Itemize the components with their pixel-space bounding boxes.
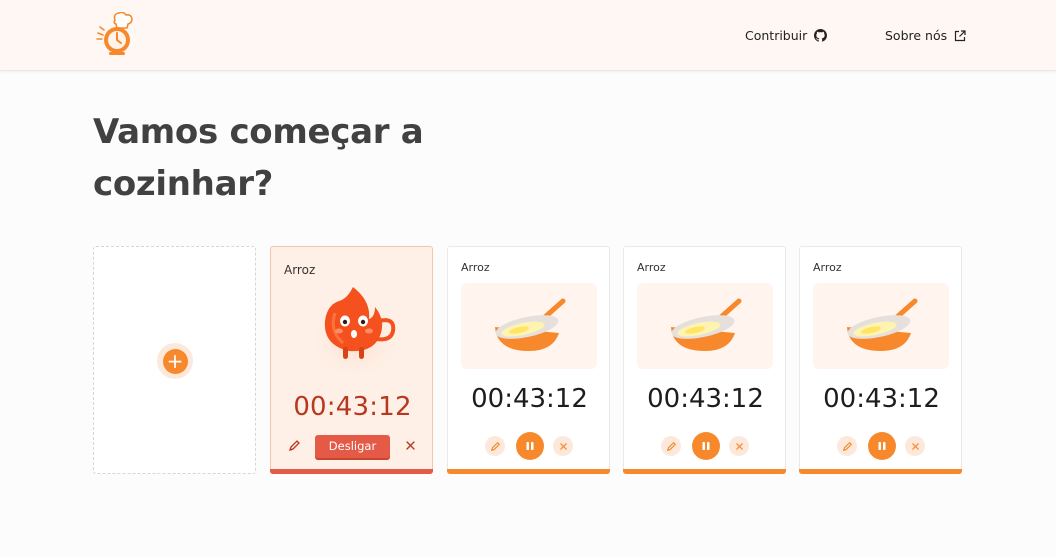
frying-pan-image [461,283,597,369]
stopwatch-chef-logo[interactable] [95,11,137,58]
about-label: Sobre nós [885,28,948,43]
remove-button[interactable] [905,436,925,456]
timer-card: Arroz 00:43:12 [799,246,962,474]
alarm-status-bar [270,469,433,474]
plus-icon: + [162,348,188,374]
timer-label: Arroz [461,261,490,274]
pause-icon [702,442,710,450]
pencil-icon [490,441,500,451]
pencil-icon [842,441,852,451]
fire-mascot-image [311,287,399,375]
pause-button[interactable] [868,432,896,460]
timer-card: Arroz 00:43:12 [447,246,610,474]
remove-button[interactable] [553,436,573,456]
pause-button[interactable] [692,432,720,460]
progress-bar [623,469,786,474]
timer-time-display: 00:43:12 [471,384,588,414]
remove-button[interactable] [729,436,749,456]
timer-card: Arroz 00:43:12 [623,246,786,474]
page-title: Vamos começar a cozinhar? [93,112,424,204]
edit-button[interactable] [485,436,505,456]
github-icon [814,29,828,42]
pencil-icon [666,441,676,451]
pencil-icon[interactable] [288,439,301,452]
contribute-label: Contribuir [745,28,808,43]
top-header: Contribuir Sobre nós [0,0,1056,71]
close-icon [735,442,743,450]
frying-pan-image [813,283,949,369]
progress-bar [447,469,610,474]
pause-icon [878,442,886,450]
edit-button[interactable] [837,436,857,456]
timer-time-display: 00:43:12 [647,384,764,414]
add-timer-button[interactable]: + [157,343,193,379]
alarm-timer-card: Arroz 00:43:12 Desligar [270,246,433,474]
external-link-icon [955,29,966,41]
timer-label: Arroz [813,261,842,274]
timer-label: Arroz [284,263,316,277]
contribute-link[interactable]: Contribuir [745,28,828,43]
timer-time-display: 00:43:12 [823,384,940,414]
frying-pan-image [637,283,773,369]
add-timer-card[interactable]: + [93,246,256,474]
timer-label: Arroz [637,261,666,274]
close-icon [559,442,567,450]
close-icon [911,442,919,450]
edit-button[interactable] [661,436,681,456]
progress-bar [799,469,962,474]
pause-button[interactable] [516,432,544,460]
alarm-time-display: 00:43:12 [293,392,412,422]
pause-icon [526,442,534,450]
turn-off-button[interactable]: Desligar [315,435,390,458]
close-icon[interactable] [404,439,417,452]
about-link[interactable]: Sobre nós [885,28,966,43]
